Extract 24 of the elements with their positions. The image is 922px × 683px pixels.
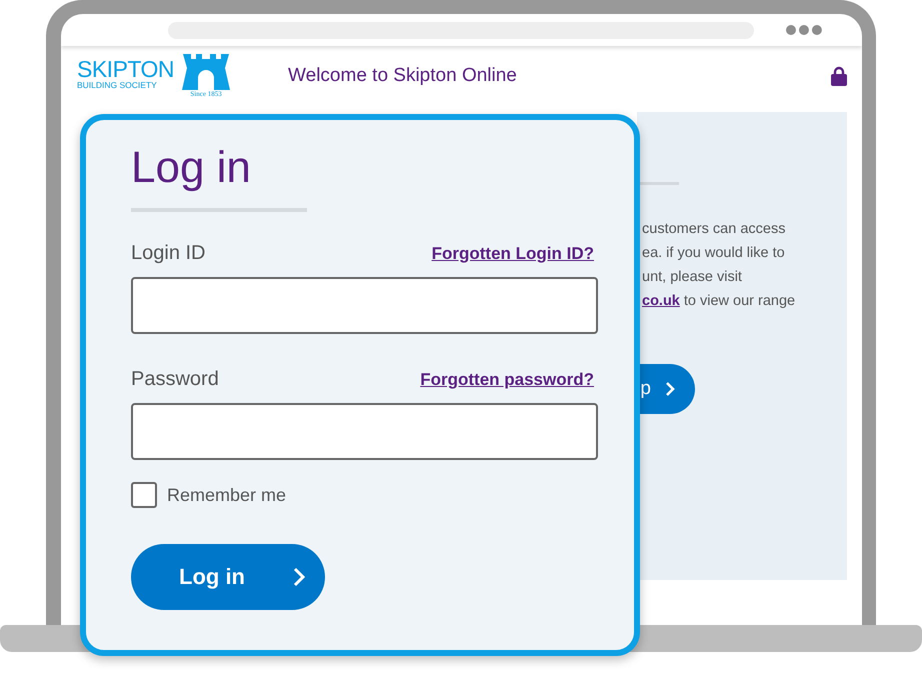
chevron-icon — [293, 567, 305, 587]
input-field[interactable] — [131, 403, 598, 460]
sign-up-button[interactable]: p — [637, 364, 695, 414]
lock-icon — [831, 66, 847, 86]
info-text: ea. if you would like to — [642, 244, 786, 263]
checkbox[interactable] — [131, 482, 157, 508]
chevron-icon — [665, 381, 675, 397]
field-label: Login ID — [131, 242, 206, 265]
info-text: customers can access — [642, 220, 786, 239]
checkbox-label: Remember me — [167, 484, 286, 506]
page-title: Welcome to Skipton Online — [288, 65, 518, 87]
login-button[interactable]: Log in — [131, 544, 325, 610]
login-title: Log in — [131, 142, 252, 194]
input-field[interactable] — [131, 277, 598, 334]
logo-subtitle: BUILDING SOCIETY — [77, 80, 158, 90]
castle-icon — [180, 54, 232, 90]
info-text: to view our range — [684, 292, 796, 311]
info-text: unt, please visit — [642, 268, 743, 287]
logo-name: SKIPTON — [77, 58, 174, 80]
field-label: Password — [131, 368, 219, 391]
forgotten-link[interactable]: Forgotten Login ID? — [432, 244, 594, 264]
more-icon[interactable] — [786, 25, 822, 35]
website-link[interactable]: co.uk — [642, 289, 680, 313]
forgotten-link[interactable]: Forgotten password? — [420, 370, 594, 390]
